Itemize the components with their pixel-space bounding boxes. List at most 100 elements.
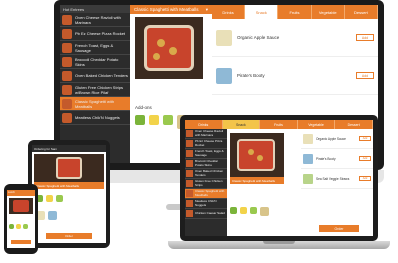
spaghetti-tray-image [13, 200, 29, 212]
meal-thumbnail [62, 112, 72, 123]
addon-icon[interactable] [149, 115, 159, 125]
meal-photo [9, 198, 33, 214]
meal-title[interactable]: Classic Spaghetti with Meatballs [34, 182, 104, 189]
tab-vegetable[interactable]: Vegetable [297, 120, 336, 129]
product-image [303, 133, 313, 144]
meal-photo [135, 17, 203, 79]
addon-list [9, 224, 28, 229]
sidebar-item-label: Oven Baked Chicken Tenders [195, 169, 224, 177]
product-image[interactable] [48, 211, 57, 220]
meatball-image [169, 47, 177, 55]
laptop-screen: Drinks Snack Fruits Vegetable Dessert Ov… [185, 120, 373, 236]
sidebar-item-label: French Toast, Eggs & Sausage [75, 42, 114, 53]
addon-list [230, 207, 269, 216]
tab-snack[interactable]: Snack [222, 120, 261, 129]
sidebar-item-label: Oven Cheese Ravioli with Marinara [75, 14, 121, 25]
sidebar-item[interactable]: Meatless Chik'N Nuggets [60, 111, 130, 125]
addon-icon[interactable] [23, 224, 28, 229]
meal-thumbnail [186, 200, 193, 207]
meal-thumbnail [186, 150, 193, 157]
meal-thumbnail [62, 98, 72, 109]
tab-vegetable[interactable]: Vegetable [311, 5, 345, 19]
product-row: Pirate's Booty Add [212, 57, 378, 95]
meal-title: Classic Spaghetti with Meatballs [134, 7, 199, 12]
sidebar-item[interactable]: Oven Cheese Ravioli with Marinara [185, 129, 227, 139]
sidebar-item[interactable]: Broccoli Cheddar Potato Skins [60, 55, 130, 69]
meal-thumbnail [186, 190, 193, 197]
product-panel: Organic Apple Sauce Add Pirate's Booty A… [301, 129, 373, 236]
meal-title: Classic Spaghetti with Meatballs [230, 177, 284, 184]
addon-icon[interactable] [230, 207, 237, 214]
sidebar-item[interactable]: Oven Baked Chicken Tenders [60, 69, 130, 83]
meal-photo [34, 154, 104, 182]
sidebar-item[interactable]: Gluten Free Chicken Strips [185, 179, 227, 189]
product-row: Organic Apple Sauce Add [301, 129, 373, 149]
addon-icon[interactable] [240, 207, 247, 214]
sidebar-item[interactable]: Gluten Free Chicken Strips w/Brown Rice … [60, 83, 130, 97]
sidebar-item[interactable]: Chicken Caesar Salad [185, 209, 227, 219]
addon-icon[interactable] [46, 195, 53, 202]
addon-icon[interactable] [56, 195, 63, 202]
addon-icon[interactable] [260, 207, 269, 216]
sidebar-item-label: Oven Cheese Ravioli with Marinara [195, 129, 224, 137]
sidebar-item-label: Gluten Free Chicken Strips [195, 179, 223, 187]
addon-icon[interactable] [250, 207, 257, 214]
sidebar-item[interactable]: Oven Baked Chicken Tenders [185, 169, 227, 179]
meal-thumbnail [186, 140, 193, 147]
meal-sidebar: Oven Cheese Ravioli with Marinara Pb Ez … [185, 129, 227, 236]
tab-dessert[interactable]: Dessert [335, 120, 373, 129]
add-button[interactable]: Add [359, 156, 371, 161]
order-button[interactable]: Order [46, 233, 92, 239]
spaghetti-tray-image [237, 139, 275, 171]
addon-icon[interactable] [9, 224, 14, 229]
sidebar-item[interactable]: Pb Ez Cheese Pizza Rocket [60, 27, 130, 41]
tab-dessert[interactable]: Dessert [344, 5, 378, 19]
phone: Lunch [4, 184, 38, 254]
sidebar-item-label: Oven Baked Chicken Tenders [75, 73, 128, 78]
sidebar-item-active[interactable]: Classic Spaghetti with Meatballs [185, 189, 227, 199]
category-tabs: Drinks Snack Fruits Vegetable Dessert [212, 5, 378, 19]
sidebar-item[interactable]: French Toast, Eggs & Sausage [185, 149, 227, 159]
sidebar-item[interactable]: Meatless Chik'N Nuggets [185, 199, 227, 209]
meatball-image [248, 149, 254, 155]
meal-thumbnail [62, 42, 72, 53]
product-name: Pirate's Booty [237, 73, 265, 78]
sidebar-item[interactable]: French Toast, Eggs & Sausage [60, 41, 130, 55]
laptop-lid: Drinks Snack Fruits Vegetable Dessert Ov… [180, 115, 378, 241]
sidebar-item[interactable]: Broccoli Cheddar Potato Skins [185, 159, 227, 169]
sidebar-item[interactable]: Oven Cheese Ravioli with Marinara [60, 13, 130, 27]
product-row: Sea Salt Veggie Straws Add [301, 169, 373, 189]
tab-fruits[interactable]: Fruits [260, 120, 298, 129]
meal-thumbnail [186, 170, 193, 177]
add-button[interactable]: Add [359, 176, 371, 181]
product-row: Pirate's Booty Add [301, 149, 373, 169]
tab-drinks[interactable]: Drinks [212, 5, 246, 19]
laptop: Drinks Snack Fruits Vegetable Dessert Ov… [168, 115, 390, 253]
order-button[interactable] [11, 240, 31, 244]
meal-thumbnail [186, 160, 193, 167]
tab-drinks[interactable]: Drinks [185, 120, 223, 129]
sidebar-item-label: Broccoli Cheddar Potato Skins [75, 56, 119, 67]
addon-icon[interactable] [16, 224, 21, 229]
sidebar-item-label: Broccoli Cheddar Potato Skins [195, 159, 219, 167]
tablet-header: Ordering for Sam [32, 145, 106, 152]
sidebar-item-label: Classic Spaghetti with Meatballs [75, 98, 115, 109]
tab-fruits[interactable]: Fruits [278, 5, 312, 19]
sidebar-item-label: Pb Ez Cheese Pizza Rocket [195, 139, 223, 147]
tab-snack[interactable]: Snack [245, 5, 279, 19]
product-name: Pirate's Booty [316, 156, 336, 161]
add-button[interactable]: Add [356, 34, 374, 41]
laptop-notch [263, 241, 295, 244]
product-image [216, 67, 232, 84]
meal-thumbnail [186, 130, 193, 137]
meal-title-bar[interactable]: Classic Spaghetti with Meatballs ▾ [130, 5, 212, 14]
sidebar-item[interactable]: Pb Ez Cheese Pizza Rocket [185, 139, 227, 149]
add-button[interactable]: Add [359, 136, 371, 141]
order-button[interactable]: Order [319, 225, 359, 232]
sidebar-item-active[interactable]: Classic Spaghetti with Meatballs [60, 97, 130, 111]
product-image [216, 29, 232, 46]
product-image [303, 153, 313, 164]
addons-label: Add-ons [135, 105, 152, 110]
addon-icon[interactable] [135, 115, 145, 125]
add-button[interactable]: Add [356, 72, 374, 79]
